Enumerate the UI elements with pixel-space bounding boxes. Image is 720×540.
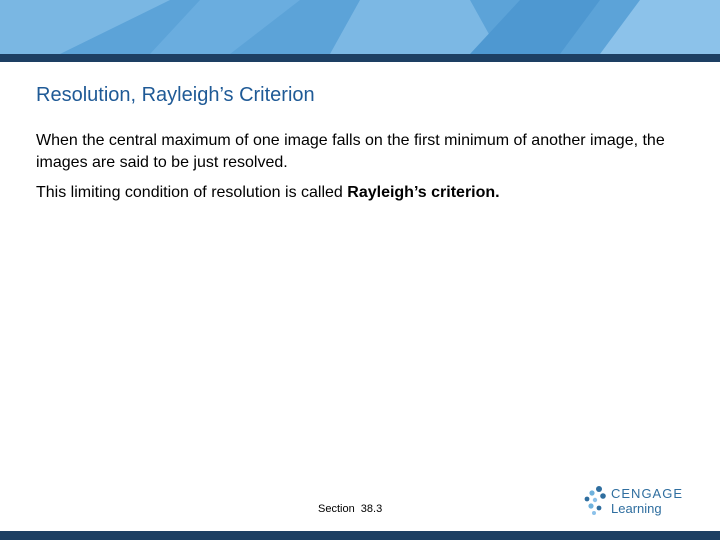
cengage-logo: CENGAGE Learning (582, 484, 692, 520)
header-rule (0, 54, 720, 62)
term-bold: Rayleigh’s criterion. (347, 184, 500, 201)
banner-shape (600, 0, 720, 54)
logo-word-cengage: CENGAGE (611, 486, 684, 501)
footer-rule (0, 531, 720, 540)
slide-body: When the central maximum of one image fa… (36, 130, 686, 212)
section-label: Section 38.3 (318, 503, 383, 515)
banner-shape (470, 0, 600, 54)
banner-shape (0, 0, 170, 54)
paragraph-lead: This limiting condition of resolution is… (36, 184, 348, 201)
banner-shape (330, 0, 500, 54)
header-banner (0, 0, 720, 54)
banner-shape (150, 0, 300, 54)
body-paragraph: When the central maximum of one image fa… (36, 132, 665, 171)
slide-title: Resolution, Rayleigh’s Criterion (36, 84, 315, 106)
body-paragraph: This limiting condition of resolution is… (36, 182, 686, 204)
cengage-mark-icon (584, 486, 606, 515)
logo-word-learning: Learning (611, 501, 662, 516)
banner-pattern (0, 0, 720, 54)
